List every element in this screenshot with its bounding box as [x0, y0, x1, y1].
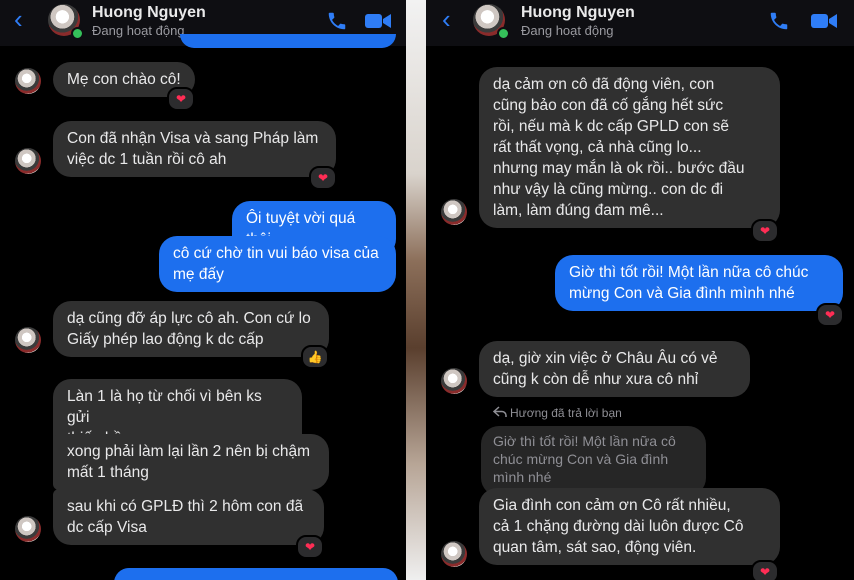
outgoing-message[interactable]: cô cứ chờ tin vui báo visa của mẹ đấy — [159, 236, 396, 292]
online-indicator-icon — [71, 27, 84, 40]
contact-name[interactable]: Huong Nguyen — [92, 4, 206, 22]
heart-reaction-icon[interactable]: ❤ — [751, 560, 779, 580]
phone-call-icon[interactable] — [768, 10, 790, 32]
heart-reaction-icon[interactable]: ❤ — [167, 87, 195, 111]
heart-reaction-icon[interactable]: ❤ — [309, 166, 337, 190]
back-arrow-icon[interactable]: ‹ — [442, 6, 451, 32]
replied-to-you-label: Hương đã trả lời bạn — [510, 406, 622, 420]
contact-status: Đang hoạt động — [92, 23, 185, 38]
right-chat-panel: ‹ Huong Nguyen Đang hoạt động dạ cảm ơn … — [426, 0, 854, 580]
sender-avatar — [15, 516, 41, 542]
heart-reaction-icon[interactable]: ❤ — [296, 535, 324, 559]
video-call-icon[interactable] — [364, 10, 392, 32]
incoming-message[interactable]: dạ cũng đỡ áp lực cô ah. Con cứ lo Giấy … — [53, 301, 329, 357]
video-call-icon[interactable] — [810, 10, 838, 32]
sender-avatar — [441, 199, 467, 225]
reply-arrow-icon — [493, 406, 507, 417]
incoming-message[interactable]: xong phải làm lại lần 2 nên bị chậm mất … — [53, 434, 329, 490]
sender-avatar — [441, 541, 467, 567]
incoming-message[interactable]: dạ cảm ơn cô đã động viên, con cũng bảo … — [479, 67, 780, 228]
sender-avatar — [15, 68, 41, 94]
quoted-message[interactable]: Giờ thì tốt rồi! Một lần nữa cô chúc mừn… — [481, 426, 706, 496]
incoming-message[interactable]: Gia đình con cảm ơn Cô rất nhiều, cả 1 c… — [479, 488, 780, 565]
chat-header: ‹ Huong Nguyen Đang hoạt động — [426, 0, 854, 46]
left-chat-panel: ‹ Huong Nguyen Đang hoạt động Mẹ con chà… — [0, 0, 406, 580]
like-reaction-icon[interactable]: 👍 — [301, 345, 329, 369]
heart-reaction-icon[interactable]: ❤ — [751, 219, 779, 243]
contact-status: Đang hoạt động — [521, 23, 614, 38]
incoming-message[interactable]: dạ, giờ xin việc ở Châu Âu có vẻ cũng k … — [479, 341, 750, 397]
incoming-message[interactable]: sau khi có GPLĐ thì 2 hôm con đã dc cấp … — [53, 489, 324, 545]
previous-message-bubble — [180, 34, 396, 48]
background-photo-strip — [406, 0, 426, 580]
incoming-message[interactable]: Con đã nhận Visa và sang Pháp làm việc d… — [53, 121, 336, 177]
sender-avatar — [15, 327, 41, 353]
heart-reaction-icon[interactable]: ❤ — [816, 303, 844, 327]
outgoing-message[interactable]: Giờ thì tốt rồi! Một lần nữa cô chúc mừn… — [555, 255, 843, 311]
phone-call-icon[interactable] — [326, 10, 348, 32]
outgoing-message-partial — [114, 568, 398, 580]
back-arrow-icon[interactable]: ‹ — [14, 6, 23, 32]
online-indicator-icon — [497, 27, 510, 40]
contact-name[interactable]: Huong Nguyen — [521, 4, 635, 22]
sender-avatar — [15, 148, 41, 174]
sender-avatar — [441, 368, 467, 394]
